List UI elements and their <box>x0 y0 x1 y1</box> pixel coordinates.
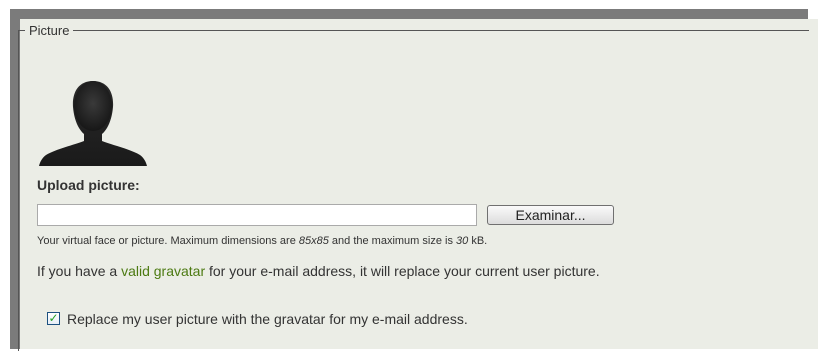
gravatar-notice-suffix: for your e-mail address, it will replace… <box>205 263 600 279</box>
description-text: and the maximum size is <box>328 235 457 247</box>
max-size: 30 <box>456 235 469 247</box>
browse-button[interactable]: Examinar... <box>487 205 614 225</box>
gravatar-notice-prefix: If you have a <box>37 263 122 279</box>
use-gravatar-option[interactable]: ✓ Replace my user picture with the gravat… <box>47 310 468 328</box>
use-gravatar-label[interactable]: Replace my user picture with the gravata… <box>67 311 468 327</box>
upload-file-path-input[interactable] <box>37 204 477 226</box>
fieldset-legend: Picture <box>25 22 74 39</box>
upload-picture-label: Upload picture: <box>37 177 140 193</box>
max-dimensions: 85x85 <box>298 235 329 247</box>
use-gravatar-checkbox[interactable]: ✓ <box>47 311 60 325</box>
picture-description: Your virtual face or picture. Maximum di… <box>37 234 487 248</box>
gravatar-notice: If you have a valid gravatar for your e-… <box>37 262 600 280</box>
user-picture-icon <box>38 79 148 167</box>
description-text: Your virtual face or picture. Maximum di… <box>37 235 299 247</box>
description-text: kB. <box>468 235 488 247</box>
valid-gravatar-link[interactable]: valid gravatar <box>121 263 205 279</box>
